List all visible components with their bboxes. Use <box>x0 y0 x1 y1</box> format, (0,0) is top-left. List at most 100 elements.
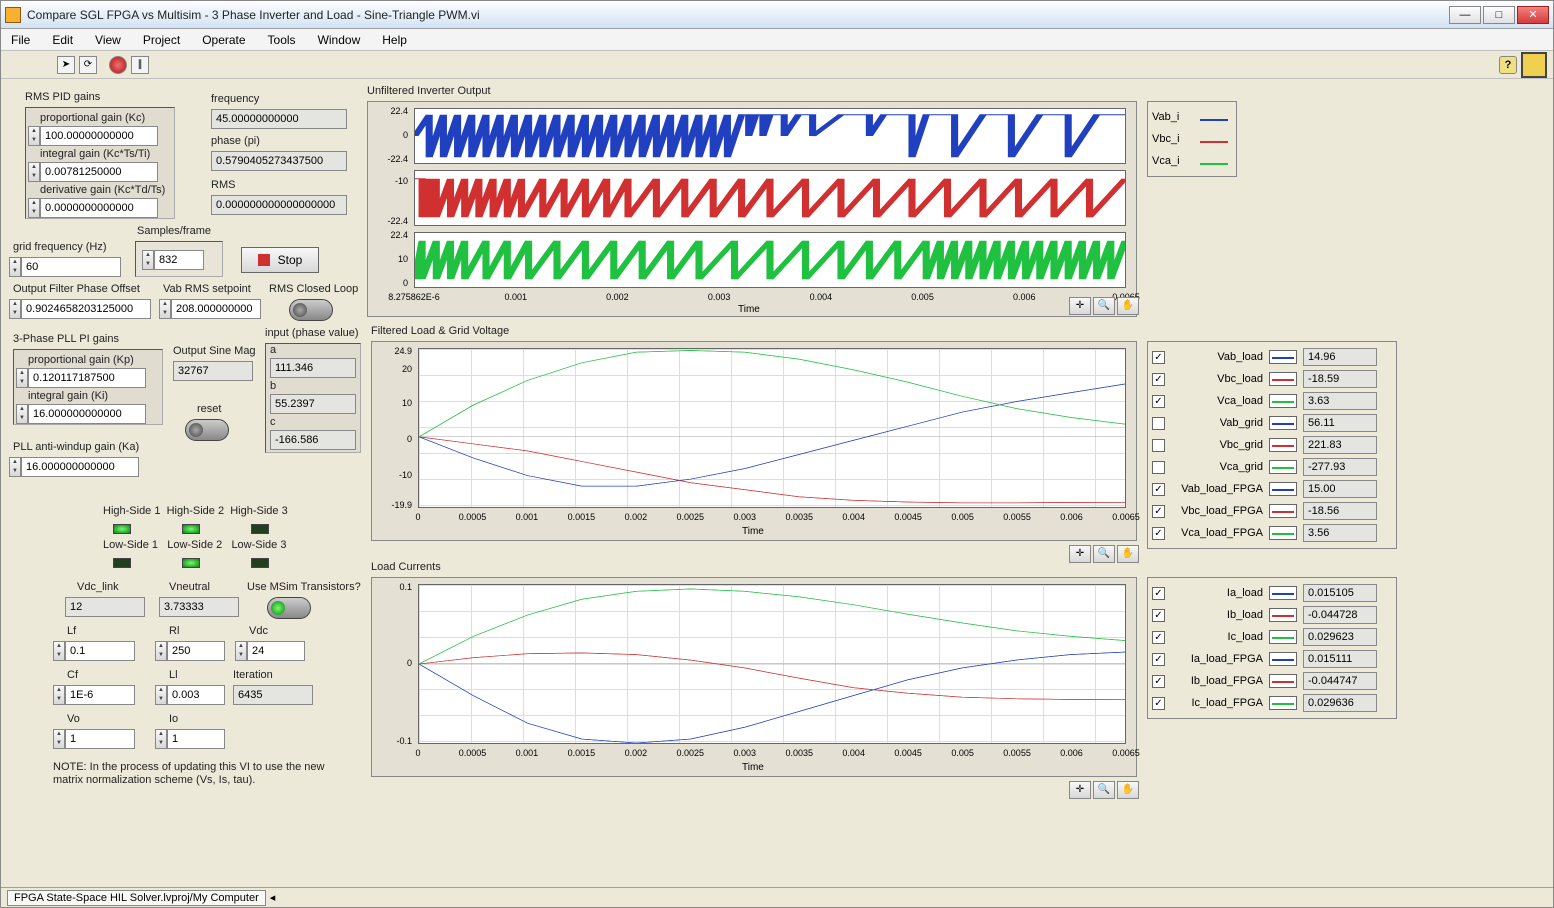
legend-swatch[interactable] <box>1269 438 1297 452</box>
legend-checkbox[interactable] <box>1152 461 1165 474</box>
legend-swatch[interactable] <box>1269 416 1297 430</box>
ti-input[interactable]: 0.00781250000 <box>40 162 158 182</box>
pll-kp-input[interactable]: 0.120117187500 <box>28 368 146 388</box>
c1-leg-1-sw[interactable] <box>1200 141 1228 143</box>
chart3[interactable]: 0.1 0 -0.1 00.00050.0010.00150.0020.0025… <box>371 577 1137 777</box>
legend-checkbox[interactable] <box>1152 417 1165 430</box>
vdc-spin[interactable]: ▲▼ <box>235 641 247 661</box>
pll-aw-spin[interactable]: ▲▼ <box>9 457 21 477</box>
legend-checkbox[interactable]: ✓ <box>1152 675 1165 688</box>
pll-ki-input[interactable]: 16.000000000000 <box>28 404 146 424</box>
legend-checkbox[interactable]: ✓ <box>1152 483 1165 496</box>
samples-input[interactable]: 832 <box>154 250 204 270</box>
pll-kp-spin[interactable]: ▲▼ <box>16 368 28 388</box>
cf-spin[interactable]: ▲▼ <box>53 685 65 705</box>
legend-checkbox[interactable]: ✓ <box>1152 373 1165 386</box>
io-input[interactable]: 1 <box>167 729 225 749</box>
legend-swatch[interactable] <box>1269 460 1297 474</box>
menu-project[interactable]: Project <box>139 31 184 49</box>
ofpo-spin[interactable]: ▲▼ <box>9 299 21 319</box>
legend-checkbox[interactable]: ✓ <box>1152 653 1165 666</box>
io-spin[interactable]: ▲▼ <box>155 729 167 749</box>
pll-ki-spin[interactable]: ▲▼ <box>16 404 28 424</box>
maximize-button[interactable]: □ <box>1483 6 1515 24</box>
legend-checkbox[interactable]: ✓ <box>1152 631 1165 644</box>
close-button[interactable]: ✕ <box>1517 6 1549 24</box>
ll-input[interactable]: 0.003 <box>167 685 225 705</box>
chart1[interactable]: 22.4 0 -22.4 -10 -22.4 22.4 10 0 <box>367 101 1137 317</box>
lf-spin[interactable]: ▲▼ <box>53 641 65 661</box>
rl-spin[interactable]: ▲▼ <box>155 641 167 661</box>
td-spin[interactable]: ▲▼ <box>28 198 40 218</box>
menu-operate[interactable]: Operate <box>198 31 249 49</box>
legend-checkbox[interactable]: ✓ <box>1152 587 1165 600</box>
chart3-cursor-tool[interactable]: ✛ <box>1069 781 1091 799</box>
legend-swatch[interactable] <box>1269 394 1297 408</box>
vab-set-input[interactable]: 208.000000000 <box>171 299 261 319</box>
ofpo-input[interactable]: 0.9024658203125000 <box>21 299 151 319</box>
vab-set-spin[interactable]: ▲▼ <box>159 299 171 319</box>
legend-swatch[interactable] <box>1269 482 1297 496</box>
msim-switch[interactable] <box>267 597 311 619</box>
vo-spin[interactable]: ▲▼ <box>53 729 65 749</box>
chart2-zoom-tool[interactable]: 🔍 <box>1093 545 1115 563</box>
legend-checkbox[interactable]: ✓ <box>1152 351 1165 364</box>
legend-checkbox[interactable] <box>1152 439 1165 452</box>
legend-swatch[interactable] <box>1269 630 1297 644</box>
menu-file[interactable]: File <box>7 31 34 49</box>
legend-checkbox[interactable]: ✓ <box>1152 609 1165 622</box>
menu-tools[interactable]: Tools <box>264 31 300 49</box>
kc-spin[interactable]: ▲▼ <box>28 126 40 146</box>
chart2-cursor-tool[interactable]: ✛ <box>1069 545 1091 563</box>
vo-input[interactable]: 1 <box>65 729 135 749</box>
cf-input[interactable]: 1E-6 <box>65 685 135 705</box>
stop-button[interactable]: Stop <box>241 247 319 273</box>
run-cont-button[interactable]: ⟳ <box>79 56 97 74</box>
lf-input[interactable]: 0.1 <box>65 641 135 661</box>
chart3-pan-tool[interactable]: ✋ <box>1117 781 1139 799</box>
help-icon[interactable]: ? <box>1499 56 1517 74</box>
scroll-left-icon[interactable]: ◂ <box>270 891 276 904</box>
rms-closed-switch[interactable] <box>289 299 333 321</box>
kc-input[interactable]: 100.00000000000 <box>40 126 158 146</box>
legend-swatch[interactable] <box>1269 350 1297 364</box>
legend-swatch[interactable] <box>1269 586 1297 600</box>
grid-freq-spin[interactable]: ▲▼ <box>9 257 21 277</box>
menu-view[interactable]: View <box>91 31 125 49</box>
menu-edit[interactable]: Edit <box>48 31 77 49</box>
samples-spin[interactable]: ▲▼ <box>142 250 154 270</box>
legend-checkbox[interactable]: ✓ <box>1152 395 1165 408</box>
pause-button[interactable]: ∥ <box>131 56 149 74</box>
td-input[interactable]: 0.0000000000000 <box>40 198 158 218</box>
legend-swatch[interactable] <box>1269 696 1297 710</box>
minimize-button[interactable]: — <box>1449 6 1481 24</box>
c1-leg-2-sw[interactable] <box>1200 163 1228 165</box>
legend-swatch[interactable] <box>1269 674 1297 688</box>
legend-checkbox[interactable]: ✓ <box>1152 527 1165 540</box>
legend-swatch[interactable] <box>1269 526 1297 540</box>
chart1-zoom-tool[interactable]: 🔍 <box>1093 297 1115 315</box>
chart2[interactable]: 24.9 20 10 0 -10 -19.9 00.00050.0010.001… <box>371 341 1137 541</box>
legend-swatch[interactable] <box>1269 652 1297 666</box>
ll-spin[interactable]: ▲▼ <box>155 685 167 705</box>
chart2-pan-tool[interactable]: ✋ <box>1117 545 1139 563</box>
grid-freq-input[interactable]: 60 <box>21 257 121 277</box>
menu-window[interactable]: Window <box>314 31 365 49</box>
legend-swatch[interactable] <box>1269 372 1297 386</box>
abort-button[interactable] <box>109 56 127 74</box>
legend-checkbox[interactable]: ✓ <box>1152 697 1165 710</box>
vi-icon[interactable] <box>1521 52 1547 78</box>
pll-aw-input[interactable]: 16.000000000000 <box>21 457 139 477</box>
c1-leg-0-sw[interactable] <box>1200 119 1228 121</box>
chart3-zoom-tool[interactable]: 🔍 <box>1093 781 1115 799</box>
rl-input[interactable]: 250 <box>167 641 225 661</box>
run-button[interactable]: ➤ <box>57 56 75 74</box>
ti-spin[interactable]: ▲▼ <box>28 162 40 182</box>
vdc-input[interactable]: 24 <box>247 641 305 661</box>
chart1-cursor-tool[interactable]: ✛ <box>1069 297 1091 315</box>
menu-help[interactable]: Help <box>378 31 411 49</box>
reset-switch[interactable] <box>185 419 229 441</box>
legend-swatch[interactable] <box>1269 504 1297 518</box>
legend-checkbox[interactable]: ✓ <box>1152 505 1165 518</box>
chart1-pan-tool[interactable]: ✋ <box>1117 297 1139 315</box>
